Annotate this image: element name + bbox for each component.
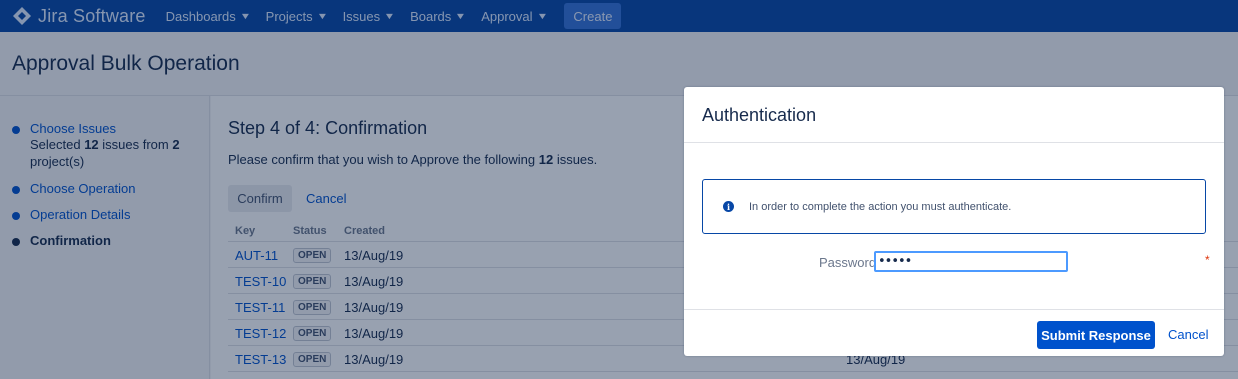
info-message: i In order to complete the action you mu… xyxy=(702,179,1206,234)
dialog-cancel-link[interactable]: Cancel xyxy=(1168,327,1208,342)
required-marker: * xyxy=(1205,253,1210,267)
submit-response-button[interactable]: Submit Response xyxy=(1037,321,1155,349)
dialog-title: Authentication xyxy=(702,105,817,125)
dialog-footer: Submit Response Cancel xyxy=(684,309,1224,356)
dialog-header: Authentication xyxy=(684,87,1224,143)
password-field[interactable] xyxy=(874,251,1068,272)
password-label: Password xyxy=(819,255,877,270)
info-message-text: In order to complete the action you must… xyxy=(749,201,1012,213)
info-icon: i xyxy=(723,201,734,212)
authentication-dialog: Authentication i In order to complete th… xyxy=(684,87,1224,356)
